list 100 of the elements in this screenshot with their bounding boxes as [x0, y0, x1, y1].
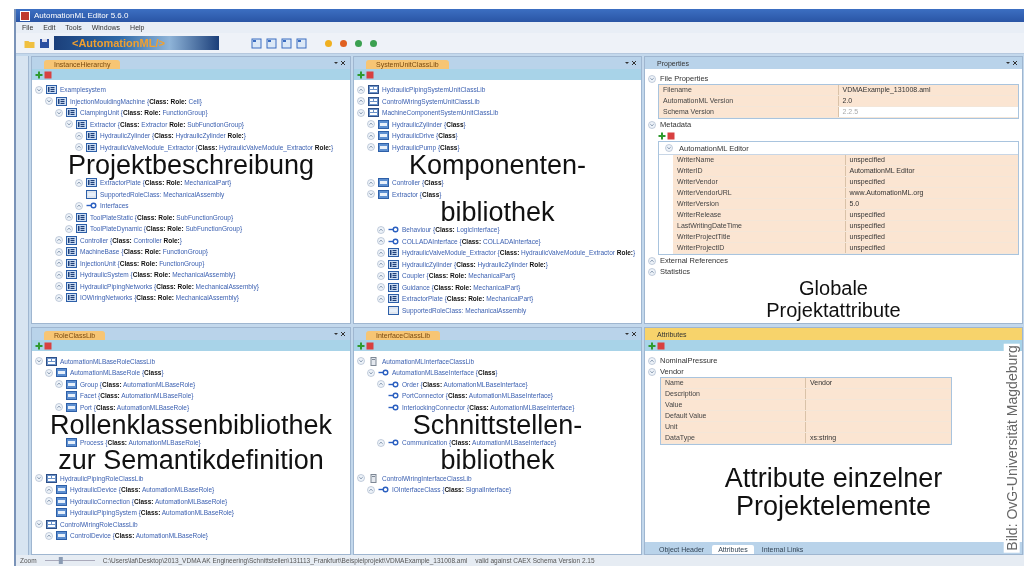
- expand-toggle[interactable]: [55, 270, 63, 279]
- expand-toggle[interactable]: [357, 357, 365, 366]
- expand-toggle[interactable]: [75, 201, 83, 210]
- pin-close-icon[interactable]: [1004, 59, 1018, 67]
- layout-icon[interactable]: [251, 37, 262, 49]
- expand-toggle[interactable]: [45, 368, 53, 377]
- connector-icon: [388, 379, 399, 389]
- expand-toggle[interactable]: [367, 178, 375, 187]
- connector-icon: [388, 402, 399, 412]
- expand-toggle[interactable]: [648, 256, 656, 265]
- expand-toggle[interactable]: [55, 247, 63, 256]
- class-icon: [86, 189, 97, 199]
- layout-icon[interactable]: [296, 37, 307, 49]
- expand-toggle[interactable]: [55, 293, 63, 302]
- expand-toggle[interactable]: [377, 248, 385, 257]
- expand-toggle[interactable]: [367, 131, 375, 140]
- save-icon[interactable]: [39, 37, 50, 49]
- tool-icon[interactable]: [323, 37, 334, 49]
- expand-toggle[interactable]: [45, 97, 53, 106]
- pin-close-icon[interactable]: [623, 330, 637, 339]
- layout-icon[interactable]: [266, 37, 277, 49]
- caption-line: Schnittstellen-: [412, 412, 583, 437]
- library-icon: [368, 473, 379, 483]
- expand-toggle[interactable]: [55, 108, 63, 117]
- delete-icon[interactable]: [667, 131, 675, 140]
- expand-toggle[interactable]: [45, 497, 53, 506]
- tool-icon[interactable]: [338, 37, 349, 49]
- delete-icon[interactable]: [44, 341, 52, 350]
- expand-toggle[interactable]: [35, 85, 43, 94]
- expand-toggle[interactable]: [75, 143, 83, 152]
- expand-toggle[interactable]: [377, 260, 385, 269]
- expand-toggle[interactable]: [357, 85, 365, 94]
- pin-close-icon[interactable]: [623, 59, 637, 67]
- add-icon[interactable]: [357, 70, 365, 79]
- expand-toggle[interactable]: [367, 190, 375, 199]
- tool-icon[interactable]: [368, 37, 379, 49]
- expand-toggle[interactable]: [35, 357, 43, 366]
- delete-icon[interactable]: [657, 341, 665, 350]
- expand-toggle[interactable]: [45, 485, 53, 494]
- element-icon: [388, 271, 399, 281]
- expand-toggle[interactable]: [55, 259, 63, 268]
- expand-toggle[interactable]: [55, 380, 63, 389]
- connector-icon: [388, 236, 399, 246]
- expand-toggle[interactable]: [65, 213, 73, 222]
- expand-toggle[interactable]: [45, 531, 53, 540]
- expand-toggle[interactable]: [377, 438, 385, 447]
- expand-toggle[interactable]: [55, 403, 63, 412]
- expand-toggle[interactable]: [377, 225, 385, 234]
- expand-toggle[interactable]: [35, 520, 43, 529]
- expand-toggle[interactable]: [377, 237, 385, 246]
- zoom-slider[interactable]: [44, 557, 95, 564]
- expand-toggle[interactable]: [357, 108, 365, 117]
- expand-toggle[interactable]: [367, 120, 375, 129]
- expand-toggle[interactable]: [367, 485, 375, 494]
- expand-toggle[interactable]: [377, 271, 385, 280]
- library-icon: [368, 85, 379, 95]
- layout-icon[interactable]: [281, 37, 292, 49]
- expand-toggle[interactable]: [648, 367, 656, 376]
- slider-thumb[interactable]: [58, 557, 63, 564]
- side-tab-strip[interactable]: [16, 56, 29, 555]
- expand-toggle[interactable]: [648, 356, 656, 365]
- expand-toggle[interactable]: [55, 236, 63, 245]
- add-icon[interactable]: [357, 341, 365, 350]
- class-icon: [66, 391, 77, 401]
- pin-close-icon[interactable]: [332, 59, 346, 67]
- expand-toggle[interactable]: [55, 282, 63, 291]
- add-icon[interactable]: [35, 341, 43, 350]
- expand-toggle[interactable]: [35, 474, 43, 483]
- expand-toggle[interactable]: [75, 178, 83, 187]
- element-icon: [46, 85, 57, 95]
- caption-line: zur Semantikdefinition: [58, 448, 324, 473]
- element-icon: [388, 259, 399, 269]
- element-icon: [66, 108, 77, 118]
- expand-toggle[interactable]: [367, 143, 375, 152]
- expand-toggle[interactable]: [648, 74, 656, 83]
- expand-toggle[interactable]: [648, 120, 656, 129]
- delete-icon[interactable]: [366, 70, 374, 79]
- expand-toggle[interactable]: [377, 294, 385, 303]
- add-icon[interactable]: [35, 70, 43, 79]
- expand-toggle[interactable]: [377, 380, 385, 389]
- expand-toggle[interactable]: [648, 267, 656, 276]
- tool-icon[interactable]: [353, 37, 364, 49]
- add-icon[interactable]: [648, 341, 656, 350]
- pin-close-icon[interactable]: [332, 330, 346, 339]
- add-icon[interactable]: [658, 131, 666, 140]
- library-icon: [46, 473, 57, 483]
- expand-toggle[interactable]: [357, 97, 365, 106]
- caption-line: Projektattribute: [766, 299, 901, 321]
- element-icon: [86, 131, 97, 141]
- expand-toggle[interactable]: [665, 144, 673, 152]
- delete-icon[interactable]: [44, 70, 52, 79]
- expand-toggle[interactable]: [65, 224, 73, 233]
- expand-toggle[interactable]: [357, 474, 365, 483]
- delete-icon[interactable]: [366, 341, 374, 350]
- class-icon: [56, 496, 67, 506]
- expand-toggle[interactable]: [377, 283, 385, 292]
- class-icon: [378, 142, 389, 152]
- expand-toggle[interactable]: [65, 120, 73, 129]
- expand-toggle[interactable]: [367, 368, 375, 377]
- expand-toggle[interactable]: [75, 131, 83, 140]
